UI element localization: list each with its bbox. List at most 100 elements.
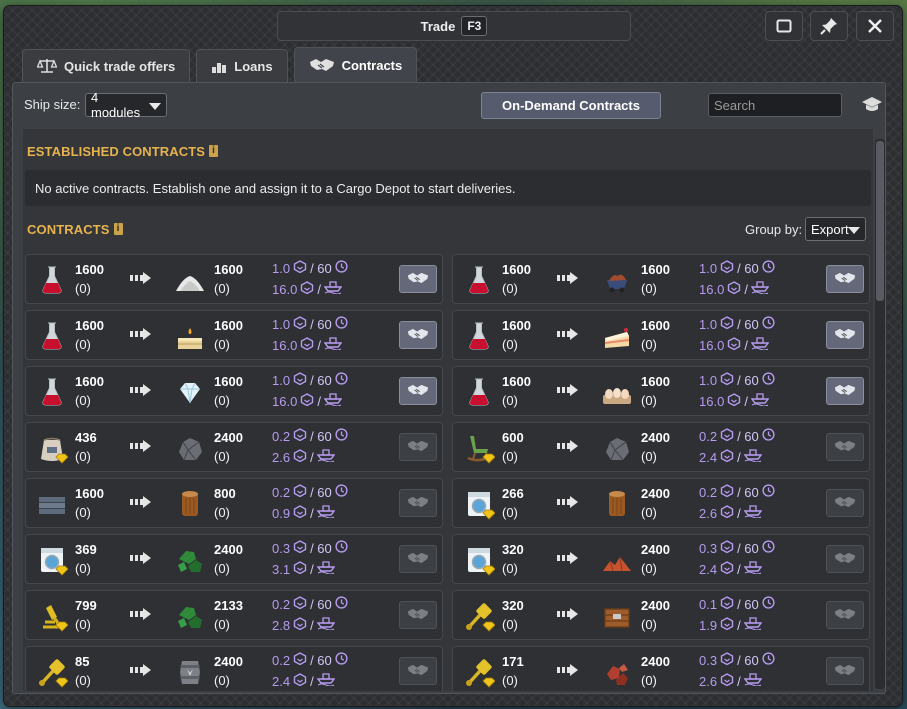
establish-contract-button[interactable] bbox=[399, 321, 437, 349]
ship-rate-value: 16.0 bbox=[272, 337, 298, 353]
export-quantity: 1600 bbox=[75, 374, 104, 389]
export-stock: (0) bbox=[502, 337, 518, 352]
tab-loans[interactable]: Loans bbox=[196, 49, 288, 82]
tab-label: Loans bbox=[234, 58, 273, 74]
contracts-panel: Ship size: 4 modules On-Demand Contracts… bbox=[12, 82, 886, 694]
clock-icon bbox=[762, 652, 775, 668]
rate-per-month: 1.0 / 60 bbox=[272, 316, 348, 332]
import-quantity: 1600 bbox=[641, 318, 670, 333]
establish-contract-button[interactable] bbox=[826, 265, 864, 293]
window-title-bar[interactable]: Trade F3 bbox=[277, 11, 631, 41]
piston-icon bbox=[463, 656, 496, 688]
establish-contract-button[interactable] bbox=[399, 657, 437, 685]
scroll-thumb[interactable] bbox=[876, 141, 884, 301]
search-input[interactable] bbox=[708, 93, 842, 117]
info-icon[interactable]: i bbox=[113, 223, 123, 235]
export-stock: (0) bbox=[502, 617, 518, 632]
rate-separator: / bbox=[737, 505, 741, 521]
chair-icon bbox=[463, 432, 496, 464]
handshake-icon bbox=[834, 663, 856, 680]
unity-icon bbox=[720, 652, 734, 668]
ship-rate-value: 2.6 bbox=[699, 505, 718, 521]
handshake-icon bbox=[834, 383, 856, 400]
contract-card: 1600 (0) 800 (0) 0.2 / 60 0.9 / bbox=[25, 478, 443, 528]
pin-button[interactable] bbox=[810, 11, 848, 41]
ship-icon bbox=[750, 281, 770, 297]
contract-card: 171 (0) 2400 (0) 0.3 / 60 2.6 / bbox=[452, 646, 870, 691]
on-demand-contracts-button[interactable]: On-Demand Contracts bbox=[481, 92, 661, 119]
diamond-icon bbox=[174, 376, 206, 408]
rate-max: / 60 bbox=[310, 484, 332, 500]
establish-contract-button[interactable] bbox=[826, 657, 864, 685]
establish-contract-button[interactable] bbox=[826, 377, 864, 405]
handshake-icon bbox=[407, 551, 429, 568]
import-quantity: 1600 bbox=[214, 374, 243, 389]
rate-per-month: 1.0 / 60 bbox=[699, 260, 775, 276]
rate-max: / 60 bbox=[310, 596, 332, 612]
rate-max: / 60 bbox=[737, 260, 759, 276]
establish-contract-button[interactable] bbox=[399, 433, 437, 461]
import-stock: (0) bbox=[641, 281, 657, 296]
establish-contract-button[interactable] bbox=[399, 377, 437, 405]
contracts-content: ESTABLISHED CONTRACTS i No active contra… bbox=[23, 129, 873, 691]
contract-card: 1600 (0) 1600 (0) 1.0 / 60 16.0 / bbox=[25, 366, 443, 416]
tab-label: Contracts bbox=[341, 57, 403, 73]
import-quantity: 1600 bbox=[214, 318, 243, 333]
maximize-icon bbox=[776, 19, 792, 33]
establish-contract-button[interactable] bbox=[826, 321, 864, 349]
arrow-right-icon bbox=[130, 495, 152, 512]
ship-icon bbox=[743, 617, 763, 633]
arrow-right-icon bbox=[557, 383, 579, 400]
rate-separator: / bbox=[310, 617, 314, 633]
graduation-cap-icon[interactable] bbox=[861, 96, 883, 114]
tab-quick-trade-offers[interactable]: Quick trade offers bbox=[22, 49, 191, 82]
brick-ore-icon bbox=[601, 656, 633, 688]
rate-per-ship: 2.4 / bbox=[699, 449, 763, 465]
unity-icon bbox=[720, 596, 734, 612]
info-icon[interactable]: i bbox=[209, 145, 219, 157]
ship-icon bbox=[743, 505, 763, 521]
unity-icon bbox=[720, 561, 734, 577]
unity-icon bbox=[293, 540, 307, 556]
powder-icon bbox=[174, 264, 206, 296]
import-stock: (0) bbox=[641, 337, 657, 352]
establish-contract-button[interactable] bbox=[826, 489, 864, 517]
ship-rate-value: 2.4 bbox=[699, 449, 718, 465]
rate-max: / 60 bbox=[737, 596, 759, 612]
establish-contract-button[interactable] bbox=[399, 545, 437, 573]
scrollbar[interactable] bbox=[875, 139, 885, 689]
rate-separator: / bbox=[737, 617, 741, 633]
clock-icon bbox=[335, 428, 348, 444]
establish-contract-button[interactable] bbox=[826, 545, 864, 573]
import-stock: (0) bbox=[641, 673, 657, 688]
arrow-right-icon bbox=[130, 327, 152, 344]
clock-icon bbox=[762, 260, 775, 276]
group-by-value: Export bbox=[811, 221, 849, 237]
clock-icon bbox=[762, 540, 775, 556]
unity-icon bbox=[720, 428, 734, 444]
unity-icon bbox=[293, 561, 307, 577]
ship-icon bbox=[743, 561, 763, 577]
establish-contract-button[interactable] bbox=[399, 601, 437, 629]
candle-icon bbox=[174, 320, 206, 352]
import-stock: (0) bbox=[214, 561, 230, 576]
establish-contract-button[interactable] bbox=[826, 601, 864, 629]
tab-contracts[interactable]: Contracts bbox=[293, 47, 418, 82]
toolbar: Ship size: 4 modules On-Demand Contracts bbox=[13, 83, 885, 129]
ship-size-dropdown[interactable]: 4 modules bbox=[85, 90, 167, 120]
ship-icon bbox=[316, 673, 336, 689]
export-quantity: 171 bbox=[502, 654, 524, 669]
arrow-right-icon bbox=[130, 439, 152, 456]
unity-icon bbox=[720, 372, 734, 388]
group-by-dropdown[interactable]: Export bbox=[805, 217, 866, 241]
rate-value: 0.2 bbox=[699, 428, 718, 444]
rate-per-month: 0.1 / 60 bbox=[699, 596, 775, 612]
rate-per-month: 1.0 / 60 bbox=[699, 372, 775, 388]
hotkey-badge: F3 bbox=[461, 16, 488, 36]
establish-contract-button[interactable] bbox=[399, 489, 437, 517]
establish-contract-button[interactable] bbox=[826, 433, 864, 461]
ship-rate-value: 2.6 bbox=[699, 673, 718, 689]
establish-contract-button[interactable] bbox=[399, 265, 437, 293]
close-button[interactable] bbox=[856, 11, 894, 41]
maximize-button[interactable] bbox=[765, 11, 803, 41]
